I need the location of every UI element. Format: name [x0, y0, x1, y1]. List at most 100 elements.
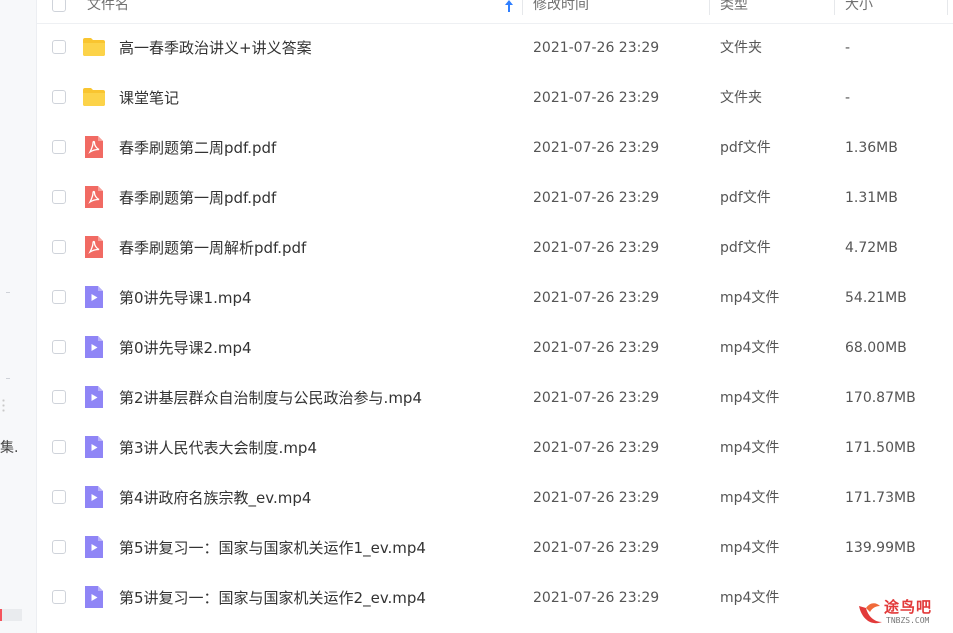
sidebar-item-label[interactable]: 集... — [0, 437, 20, 457]
row-checkbox[interactable] — [52, 40, 66, 54]
video-icon — [82, 435, 106, 459]
column-separator[interactable] — [709, 0, 710, 15]
file-size: 68.00MB — [845, 340, 907, 356]
row-checkbox[interactable] — [52, 540, 66, 554]
file-modified-time: 2021-07-26 23:29 — [533, 340, 660, 356]
file-name[interactable]: 第0讲先导课2.mp4 — [119, 323, 252, 373]
row-checkbox[interactable] — [52, 140, 66, 154]
video-icon — [82, 585, 106, 609]
row-checkbox[interactable] — [52, 490, 66, 504]
column-header-type[interactable]: 类型 — [720, 0, 748, 23]
folder-icon — [82, 35, 106, 59]
pdf-icon — [82, 235, 106, 259]
row-checkbox[interactable] — [52, 190, 66, 204]
storage-progress-bar — [0, 609, 22, 621]
file-modified-time: 2021-07-26 23:29 — [533, 190, 660, 206]
column-separator[interactable] — [834, 0, 835, 15]
file-list: 文件名 修改时间 类型 大小 高一春季政治讲义+讲义答案 2021-07-26 2… — [37, 0, 953, 633]
table-row[interactable]: 第0讲先导课1.mp4 2021-07-26 23:29 mp4文件 54.21MB — [37, 273, 953, 323]
table-row[interactable]: 第0讲先导课2.mp4 2021-07-26 23:29 mp4文件 68.00MB — [37, 323, 953, 373]
watermark-subtext: TNBZS.COM — [886, 616, 930, 625]
file-size: 139.99MB — [845, 540, 916, 556]
file-type: 文件夹 — [720, 90, 762, 106]
column-header-name[interactable]: 文件名 — [87, 0, 129, 23]
table-row[interactable]: 第5讲复习一：国家与国家机关运作1_ev.mp4 2021-07-26 23:29… — [37, 523, 953, 573]
file-size: 170.87MB — [845, 390, 916, 406]
file-type: mp4文件 — [720, 440, 780, 456]
folder-icon — [82, 85, 106, 109]
watermark-text: 途鸟吧 — [884, 598, 933, 616]
table-row[interactable]: 第4讲政府名族宗教_ev.mp4 2021-07-26 23:29 mp4文件 171… — [37, 473, 953, 523]
sort-ascending-icon[interactable] — [503, 0, 515, 13]
file-modified-time: 2021-07-26 23:29 — [533, 240, 660, 256]
select-all-checkbox[interactable] — [52, 0, 66, 12]
file-type: pdf文件 — [720, 140, 771, 156]
pdf-icon — [82, 185, 106, 209]
file-name[interactable]: 春季刷题第二周pdf.pdf — [119, 123, 276, 173]
file-name[interactable]: 春季刷题第一周解析pdf.pdf — [119, 223, 306, 273]
file-modified-time: 2021-07-26 23:29 — [533, 440, 660, 456]
file-modified-time: 2021-07-26 23:29 — [533, 390, 660, 406]
file-type: mp4文件 — [720, 290, 780, 306]
table-row[interactable]: 春季刷题第二周pdf.pdf 2021-07-26 23:29 pdf文件 1.36M… — [37, 123, 953, 173]
file-modified-time: 2021-07-26 23:29 — [533, 290, 660, 306]
sidebar-divider — [6, 378, 10, 379]
column-header-size[interactable]: 大小 — [845, 0, 873, 23]
file-name[interactable]: 春季刷题第一周pdf.pdf — [119, 173, 276, 223]
file-name[interactable]: 第5讲复习一：国家与国家机关运作1_ev.mp4 — [119, 523, 426, 573]
file-size: 1.36MB — [845, 140, 898, 156]
file-modified-time: 2021-07-26 23:29 — [533, 540, 660, 556]
sidebar: 集... — [0, 0, 37, 633]
file-type: 文件夹 — [720, 40, 762, 56]
drag-handle-icon[interactable] — [2, 398, 5, 412]
table-header: 文件名 修改时间 类型 大小 — [37, 0, 953, 24]
table-row[interactable]: 高一春季政治讲义+讲义答案 2021-07-26 23:29 文件夹 - — [37, 23, 953, 73]
file-name[interactable]: 课堂笔记 — [119, 73, 179, 123]
table-row[interactable]: 春季刷题第一周pdf.pdf 2021-07-26 23:29 pdf文件 1.31M… — [37, 173, 953, 223]
file-name[interactable]: 第0讲先导课1.mp4 — [119, 273, 252, 323]
video-icon — [82, 285, 106, 309]
row-checkbox[interactable] — [52, 440, 66, 454]
table-row[interactable]: 春季刷题第一周解析pdf.pdf 2021-07-26 23:29 pdf文件 4.7… — [37, 223, 953, 273]
row-checkbox[interactable] — [52, 240, 66, 254]
file-type: pdf文件 — [720, 190, 771, 206]
row-checkbox[interactable] — [52, 290, 66, 304]
file-type: mp4文件 — [720, 390, 780, 406]
file-type: mp4文件 — [720, 540, 780, 556]
file-size: 171.50MB — [845, 440, 916, 456]
column-separator[interactable] — [522, 0, 523, 15]
file-type: pdf文件 — [720, 240, 771, 256]
row-checkbox[interactable] — [52, 390, 66, 404]
file-modified-time: 2021-07-26 23:29 — [533, 590, 660, 606]
file-modified-time: 2021-07-26 23:29 — [533, 40, 660, 56]
row-checkbox[interactable] — [52, 340, 66, 354]
table-row[interactable]: 第2讲基层群众自治制度与公民政治参与.mp4 2021-07-26 23:29 mp… — [37, 373, 953, 423]
file-name[interactable]: 第5讲复习一：国家与国家机关运作2_ev.mp4 — [119, 573, 426, 623]
file-size: 1.31MB — [845, 190, 898, 206]
file-size: 54.21MB — [845, 290, 907, 306]
column-header-time[interactable]: 修改时间 — [533, 0, 589, 23]
file-type: mp4文件 — [720, 340, 780, 356]
file-size: - — [845, 40, 851, 56]
video-icon — [82, 335, 106, 359]
pdf-icon — [82, 135, 106, 159]
column-separator[interactable] — [947, 0, 948, 15]
sidebar-divider — [6, 292, 10, 293]
row-checkbox[interactable] — [52, 590, 66, 604]
video-icon — [82, 385, 106, 409]
video-icon — [82, 535, 106, 559]
video-icon — [82, 485, 106, 509]
file-name[interactable]: 高一春季政治讲义+讲义答案 — [119, 23, 312, 73]
table-row[interactable]: 第3讲人民代表大会制度.mp4 2021-07-26 23:29 mp4文件 171.… — [37, 423, 953, 473]
file-size: 4.72MB — [845, 240, 898, 256]
file-name[interactable]: 第2讲基层群众自治制度与公民政治参与.mp4 — [119, 373, 422, 423]
row-checkbox[interactable] — [52, 90, 66, 104]
table-row[interactable]: 课堂笔记 2021-07-26 23:29 文件夹 - — [37, 73, 953, 123]
file-name[interactable]: 第4讲政府名族宗教_ev.mp4 — [119, 473, 311, 523]
file-type: mp4文件 — [720, 490, 780, 506]
file-modified-time: 2021-07-26 23:29 — [533, 90, 660, 106]
table-row[interactable]: 第5讲复习一：国家与国家机关运作2_ev.mp4 2021-07-26 23:29… — [37, 573, 953, 623]
file-modified-time: 2021-07-26 23:29 — [533, 140, 660, 156]
file-name[interactable]: 第3讲人民代表大会制度.mp4 — [119, 423, 317, 473]
bird-logo-icon — [859, 603, 882, 624]
